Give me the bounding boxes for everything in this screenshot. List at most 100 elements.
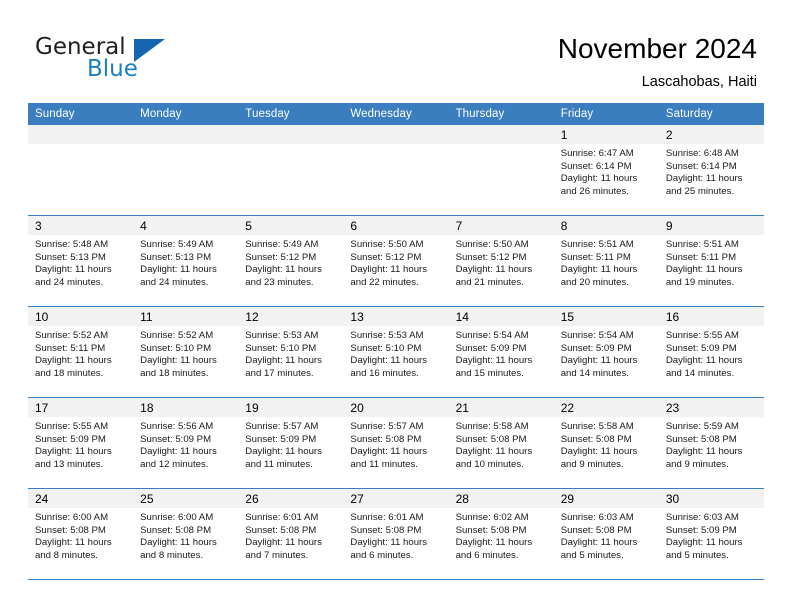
calendar-day-cell[interactable]: 15 Sunrise: 5:54 AM Sunset: 5:09 PM Dayligh… [553, 306, 659, 398]
sunset-text: Sunset: 5:09 PM [245, 433, 317, 445]
calendar-day-cell[interactable]: 11 Sunrise: 5:52 AM Sunset: 5:10 PM Dayligh… [133, 306, 239, 398]
calendar-day-cell[interactable]: 7 Sunrise: 5:50 AM Sunset: 5:12 PM Daylight… [448, 215, 554, 307]
sunset-text: Sunset: 5:09 PM [35, 433, 106, 445]
calendar-day-cell[interactable]: 5 Sunrise: 5:49 AM Sunset: 5:12 PM Daylight… [238, 215, 344, 307]
day-cell-inner [343, 125, 449, 215]
day-number: 20 [343, 398, 449, 417]
day-number [238, 125, 344, 144]
sunrise-text: Sunrise: 6:00 AM [35, 512, 109, 523]
day-number: 24 [28, 489, 134, 508]
sunrise-text: Sunrise: 6:00 AM [140, 512, 214, 523]
sunrise-text: Sunrise: 5:58 AM [560, 421, 634, 432]
sunset-text: Sunset: 5:13 PM [140, 251, 212, 263]
calendar-day-cell[interactable]: 29 Sunrise: 6:03 AM Sunset: 5:08 PM Dayligh… [553, 488, 659, 580]
day-info: Sunrise: 6:01 AM Sunset: 5:08 PM Daylight:… [343, 508, 448, 562]
daylight-text: Daylight: 11 hours and 21 minutes. [455, 264, 533, 288]
calendar-day-cell[interactable]: 13 Sunrise: 5:53 AM Sunset: 5:10 PM Dayligh… [343, 306, 449, 398]
sunrise-text: Sunrise: 6:02 AM [455, 512, 529, 523]
day-cell-inner: 25 Sunrise: 6:00 AM Sunset: 5:08 PM Dayligh… [133, 489, 239, 579]
page-subtitle: Lascahobas, Haiti [641, 74, 757, 90]
sunrise-text: Sunrise: 5:51 AM [665, 239, 739, 250]
day-number: 13 [343, 307, 449, 326]
calendar-day-cell[interactable]: 12 Sunrise: 5:53 AM Sunset: 5:10 PM Dayligh… [238, 306, 344, 398]
calendar-day-cell[interactable]: 1 Sunrise: 6:47 AM Sunset: 6:14 PM Daylight… [553, 125, 659, 216]
calendar-day-cell[interactable]: 27 Sunrise: 6:01 AM Sunset: 5:08 PM Dayligh… [343, 488, 449, 580]
sunset-text: Sunset: 5:08 PM [560, 433, 632, 445]
calendar-cell-empty [238, 125, 344, 216]
day-number: 11 [133, 307, 239, 326]
sunrise-text: Sunrise: 5:57 AM [245, 421, 319, 432]
day-info: Sunrise: 5:55 AM Sunset: 5:09 PM Daylight:… [659, 326, 764, 380]
calendar-day-cell[interactable]: 25 Sunrise: 6:00 AM Sunset: 5:08 PM Dayligh… [133, 488, 239, 580]
sunrise-text: Sunrise: 5:56 AM [140, 421, 214, 432]
sunrise-text: Sunrise: 6:48 AM [665, 148, 739, 159]
daylight-text: Daylight: 11 hours and 14 minutes. [560, 355, 638, 379]
day-info: Sunrise: 5:54 AM Sunset: 5:09 PM Daylight:… [554, 326, 659, 380]
calendar-day-cell[interactable]: 21 Sunrise: 5:58 AM Sunset: 5:08 PM Dayligh… [448, 397, 554, 489]
sunrise-text: Sunrise: 5:49 AM [140, 239, 214, 250]
calendar-cell-empty [28, 125, 134, 216]
calendar-day-cell[interactable]: 14 Sunrise: 5:54 AM Sunset: 5:09 PM Dayligh… [448, 306, 554, 398]
daylight-text: Daylight: 11 hours and 7 minutes. [245, 537, 322, 561]
calendar-day-cell[interactable]: 2 Sunrise: 6:48 AM Sunset: 6:14 PM Daylight… [658, 125, 764, 216]
calendar-day-cell[interactable]: 19 Sunrise: 5:57 AM Sunset: 5:09 PM Dayligh… [238, 397, 344, 489]
calendar-body: 1 Sunrise: 6:47 AM Sunset: 6:14 PM Daylight… [28, 125, 764, 580]
day-info: Sunrise: 6:01 AM Sunset: 5:08 PM Daylight:… [238, 508, 343, 562]
daylight-text: Daylight: 11 hours and 9 minutes. [560, 446, 638, 470]
day-number: 22 [553, 398, 659, 417]
day-number: 12 [238, 307, 344, 326]
title-block: November 2024 Lascahobas, Haiti [558, 32, 757, 91]
daylight-text: Daylight: 11 hours and 11 minutes. [350, 446, 428, 470]
day-number: 16 [658, 307, 764, 326]
sunset-text: Sunset: 5:08 PM [665, 433, 737, 445]
brand-name-blue: Blue [87, 56, 138, 82]
sunset-text: Sunset: 5:09 PM [665, 524, 737, 536]
brand-logo[interactable]: General Blue [35, 36, 215, 88]
day-cell-inner: 4 Sunrise: 5:49 AM Sunset: 5:13 PM Daylight… [133, 216, 239, 306]
calendar-day-cell[interactable]: 26 Sunrise: 6:01 AM Sunset: 5:08 PM Dayligh… [238, 488, 344, 580]
calendar-day-cell[interactable]: 22 Sunrise: 5:58 AM Sunset: 5:08 PM Dayligh… [553, 397, 659, 489]
day-info: Sunrise: 6:47 AM Sunset: 6:14 PM Daylight:… [554, 144, 659, 198]
calendar-day-cell[interactable]: 4 Sunrise: 5:49 AM Sunset: 5:13 PM Daylight… [133, 215, 239, 307]
day-info: Sunrise: 6:00 AM Sunset: 5:08 PM Daylight:… [28, 508, 133, 562]
daylight-text: Daylight: 11 hours and 8 minutes. [35, 537, 112, 561]
calendar-day-cell[interactable]: 3 Sunrise: 5:48 AM Sunset: 5:13 PM Daylight… [28, 215, 134, 307]
calendar-day-cell[interactable]: 16 Sunrise: 5:55 AM Sunset: 5:09 PM Dayligh… [658, 306, 764, 398]
calendar-day-cell[interactable]: 20 Sunrise: 5:57 AM Sunset: 5:08 PM Dayligh… [343, 397, 449, 489]
day-cell-inner: 10 Sunrise: 5:52 AM Sunset: 5:11 PM Dayligh… [28, 307, 134, 397]
calendar-day-cell[interactable]: 6 Sunrise: 5:50 AM Sunset: 5:12 PM Daylight… [343, 215, 449, 307]
day-cell-inner: 13 Sunrise: 5:53 AM Sunset: 5:10 PM Dayligh… [343, 307, 449, 397]
calendar-day-cell[interactable]: 24 Sunrise: 6:00 AM Sunset: 5:08 PM Dayligh… [28, 488, 134, 580]
sunrise-text: Sunrise: 6:03 AM [665, 512, 739, 523]
day-info: Sunrise: 5:54 AM Sunset: 5:09 PM Daylight:… [449, 326, 554, 380]
sunrise-text: Sunrise: 5:55 AM [35, 421, 109, 432]
sunset-text: Sunset: 5:08 PM [455, 433, 527, 445]
day-info: Sunrise: 6:48 AM Sunset: 6:14 PM Daylight:… [659, 144, 764, 198]
day-info: Sunrise: 5:52 AM Sunset: 5:11 PM Daylight:… [28, 326, 133, 380]
calendar-day-cell[interactable]: 8 Sunrise: 5:51 AM Sunset: 5:11 PM Daylight… [553, 215, 659, 307]
calendar-day-cell[interactable]: 18 Sunrise: 5:56 AM Sunset: 5:09 PM Dayligh… [133, 397, 239, 489]
sunset-text: Sunset: 5:13 PM [35, 251, 106, 263]
calendar-day-cell[interactable]: 10 Sunrise: 5:52 AM Sunset: 5:11 PM Dayligh… [28, 306, 134, 398]
calendar-header-row: Sunday Monday Tuesday Wednesday Thursday Frid… [28, 103, 764, 125]
sunset-text: Sunset: 5:10 PM [245, 342, 317, 354]
daylight-text: Daylight: 11 hours and 13 minutes. [35, 446, 112, 470]
day-info: Sunrise: 5:51 AM Sunset: 5:11 PM Daylight:… [554, 235, 659, 289]
sunset-text: Sunset: 5:08 PM [350, 433, 422, 445]
day-number: 14 [448, 307, 554, 326]
day-number: 19 [238, 398, 344, 417]
daylight-text: Daylight: 11 hours and 22 minutes. [350, 264, 428, 288]
day-cell-inner: 3 Sunrise: 5:48 AM Sunset: 5:13 PM Daylight… [28, 216, 134, 306]
calendar-day-cell[interactable]: 9 Sunrise: 5:51 AM Sunset: 5:11 PM Daylight… [658, 215, 764, 307]
sunset-text: Sunset: 5:08 PM [35, 524, 106, 536]
calendar-day-cell[interactable]: 23 Sunrise: 5:59 AM Sunset: 5:08 PM Dayligh… [658, 397, 764, 489]
day-info: Sunrise: 5:49 AM Sunset: 5:12 PM Daylight:… [238, 235, 343, 289]
day-info: Sunrise: 5:56 AM Sunset: 5:09 PM Daylight:… [133, 417, 238, 471]
daylight-text: Daylight: 11 hours and 19 minutes. [665, 264, 743, 288]
calendar-day-cell[interactable]: 17 Sunrise: 5:55 AM Sunset: 5:09 PM Dayligh… [28, 397, 134, 489]
day-info: Sunrise: 5:57 AM Sunset: 5:09 PM Daylight:… [238, 417, 343, 471]
sunset-text: Sunset: 5:11 PM [665, 251, 737, 263]
day-number [448, 125, 554, 144]
calendar-day-cell[interactable]: 28 Sunrise: 6:02 AM Sunset: 5:08 PM Dayligh… [448, 488, 554, 580]
calendar-day-cell[interactable]: 30 Sunrise: 6:03 AM Sunset: 5:09 PM Dayligh… [658, 488, 764, 580]
